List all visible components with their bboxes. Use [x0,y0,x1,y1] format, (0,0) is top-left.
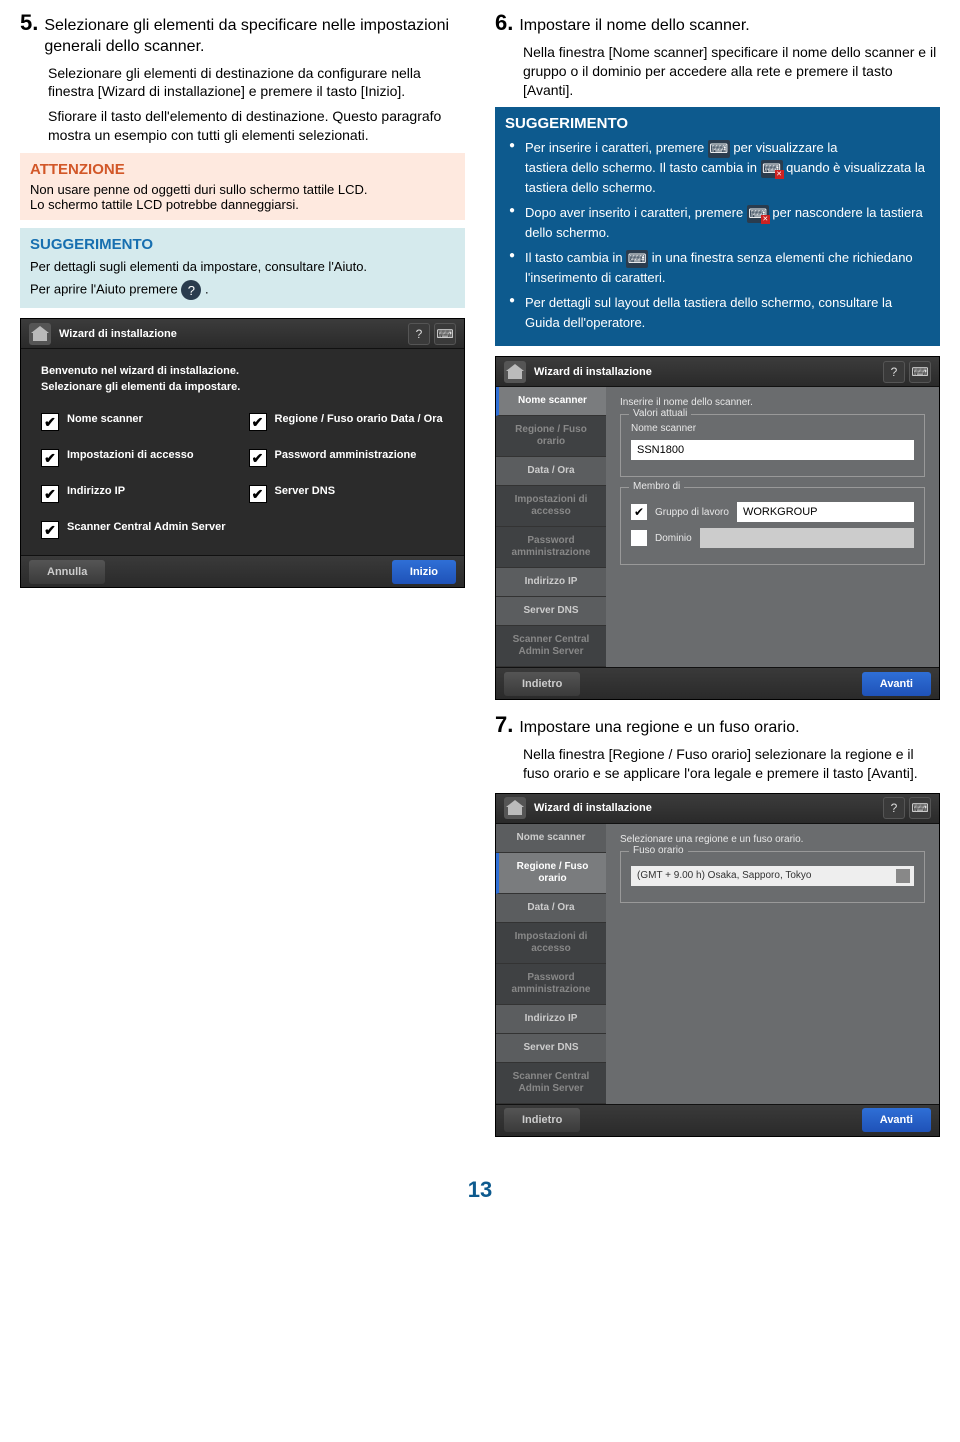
attention-line-1: Non usare penne od oggetti duri sullo sc… [30,182,455,197]
cancel-button[interactable]: Annulla [29,560,105,584]
keyboard-button-icon[interactable]: ⌨ [434,323,456,345]
hint-title-left: SUGGERIMENTO [30,236,455,253]
screenshot-fuso-orario: Wizard di installazione ? ⌨ Nome scanner… [495,793,940,1137]
keyboard-icon [626,250,648,268]
side-ip[interactable]: Indirizzo IP [496,1005,606,1034]
hint-box-right: SUGGERIMENTO Per inserire i caratteri, p… [495,107,940,346]
side-accesso[interactable]: Impostazioni di accesso [496,923,606,964]
ss1-title: Wizard di installazione [59,328,404,340]
start-button[interactable]: Inizio [392,560,456,584]
page-number: 13 [20,1177,940,1203]
domain-input[interactable] [700,528,914,548]
side-accesso[interactable]: Impostazioni di accesso [496,486,606,527]
side-data-ora[interactable]: Data / Ora [496,894,606,923]
ss3-legend: Fuso orario [629,845,688,856]
scanner-name-input[interactable]: SSN1800 [631,440,914,460]
checkbox-accesso[interactable]: ✔Impostazioni di accesso [41,449,237,467]
attention-line-2: Lo schermo tattile LCD potrebbe danneggi… [30,197,455,212]
help-button-icon[interactable]: ? [408,323,430,345]
step-7-number: 7. [495,712,513,738]
ss2-label-group: Gruppo di lavoro [655,507,729,518]
side-regione[interactable]: Regione / Fuso orario [496,853,606,894]
timezone-select[interactable]: (GMT + 9.00 h) Osaka, Sapporo, Tokyo [631,866,914,886]
screenshot-nome-scanner: Wizard di installazione ? ⌨ Nome scanner… [495,356,940,700]
home-icon[interactable] [504,361,526,383]
step-6-paragraph: Nella finestra [Nome scanner] specificar… [523,43,940,100]
hint-box-left: SUGGERIMENTO Per dettagli sugli elementi… [20,228,465,308]
checkbox-regione[interactable]: ✔Regione / Fuso orario Data / Ora [249,413,445,431]
attention-title: ATTENZIONE [30,161,455,178]
side-regione[interactable]: Regione / Fuso orario [496,416,606,457]
attention-box: ATTENZIONE Non usare penne od oggetti du… [20,153,465,220]
back-button[interactable]: Indietro [504,672,580,696]
checkbox-password[interactable]: ✔Password amministrazione [249,449,445,467]
ss3-prompt: Selezionare una regione e un fuso orario… [620,834,925,845]
step-6-number: 6. [495,10,513,36]
side-password[interactable]: Password amministrazione [496,527,606,568]
help-button-icon[interactable]: ? [883,797,905,819]
step-5-number: 5. [20,10,38,36]
hint-title-right: SUGGERIMENTO [505,115,930,132]
keyboard-button-icon[interactable]: ⌨ [909,361,931,383]
step-7-paragraph: Nella finestra [Regione / Fuso orario] s… [523,745,940,783]
checkbox-admin-server[interactable]: ✔Scanner Central Admin Server [41,521,237,539]
side-dns[interactable]: Server DNS [496,1034,606,1063]
hint-line-1: Per dettagli sugli elementi da impostare… [30,259,455,274]
next-button[interactable]: Avanti [862,1108,931,1132]
home-icon[interactable] [504,797,526,819]
domain-checkbox[interactable] [631,530,647,546]
ss1-intro-2: Selezionare gli elementi da impostare. [41,381,444,393]
help-icon [181,280,201,300]
ss2-label-domain: Dominio [655,533,692,544]
checkbox-ip[interactable]: ✔Indirizzo IP [41,485,237,503]
side-dns[interactable]: Server DNS [496,597,606,626]
home-icon[interactable] [29,323,51,345]
checkbox-dns[interactable]: ✔Server DNS [249,485,445,503]
help-button-icon[interactable]: ? [883,361,905,383]
workgroup-input[interactable]: WORKGROUP [737,502,914,522]
hint-bullet-4: Per dettagli sul layout della tastiera d… [509,293,930,332]
step-5-paragraph-1: Selezionare gli elementi di destinazione… [48,64,465,102]
keyboard-close-icon [761,160,783,178]
keyboard-button-icon[interactable]: ⌨ [909,797,931,819]
ss3-title: Wizard di installazione [534,802,879,814]
ss2-label-nome: Nome scanner [631,423,914,434]
keyboard-close-icon [747,205,769,223]
step-5-heading: Selezionare gli elementi da specificare … [44,16,465,58]
step-7-heading: Impostare una regione e un fuso orario. [519,718,799,739]
ss1-intro-1: Benvenuto nel wizard di installazione. [41,365,444,377]
ss2-legend-valori: Valori attuali [629,408,691,419]
hint-line-2b: . [205,282,209,297]
keyboard-icon [708,140,730,158]
ss2-title: Wizard di installazione [534,366,879,378]
hint-bullet-2: Dopo aver inserito i caratteri, premere … [509,203,930,242]
ss2-legend-membro: Membro di [629,481,684,492]
workgroup-checkbox[interactable]: ✔ [631,504,647,520]
checkbox-nome-scanner[interactable]: ✔Nome scanner [41,413,237,431]
step-5-paragraph-2: Sfiorare il tasto dell'elemento di desti… [48,107,465,145]
step-6-heading: Impostare il nome dello scanner. [519,16,749,37]
hint-bullet-3: Il tasto cambia in in una finestra senza… [509,248,930,287]
ss2-prompt: Inserire il nome dello scanner. [620,397,925,408]
side-data-ora[interactable]: Data / Ora [496,457,606,486]
back-button[interactable]: Indietro [504,1108,580,1132]
side-ip[interactable]: Indirizzo IP [496,568,606,597]
side-nome-scanner[interactable]: Nome scanner [496,824,606,853]
side-password[interactable]: Password amministrazione [496,964,606,1005]
next-button[interactable]: Avanti [862,672,931,696]
hint-bullet-1: Per inserire i caratteri, premere per vi… [509,138,930,197]
side-nome-scanner[interactable]: Nome scanner [496,387,606,416]
side-admin-server[interactable]: Scanner Central Admin Server [496,1063,606,1104]
side-admin-server[interactable]: Scanner Central Admin Server [496,626,606,667]
hint-line-2a: Per aprire l'Aiuto premere [30,282,181,297]
screenshot-wizard-checklist: Wizard di installazione ? ⌨ Benvenuto ne… [20,318,465,588]
